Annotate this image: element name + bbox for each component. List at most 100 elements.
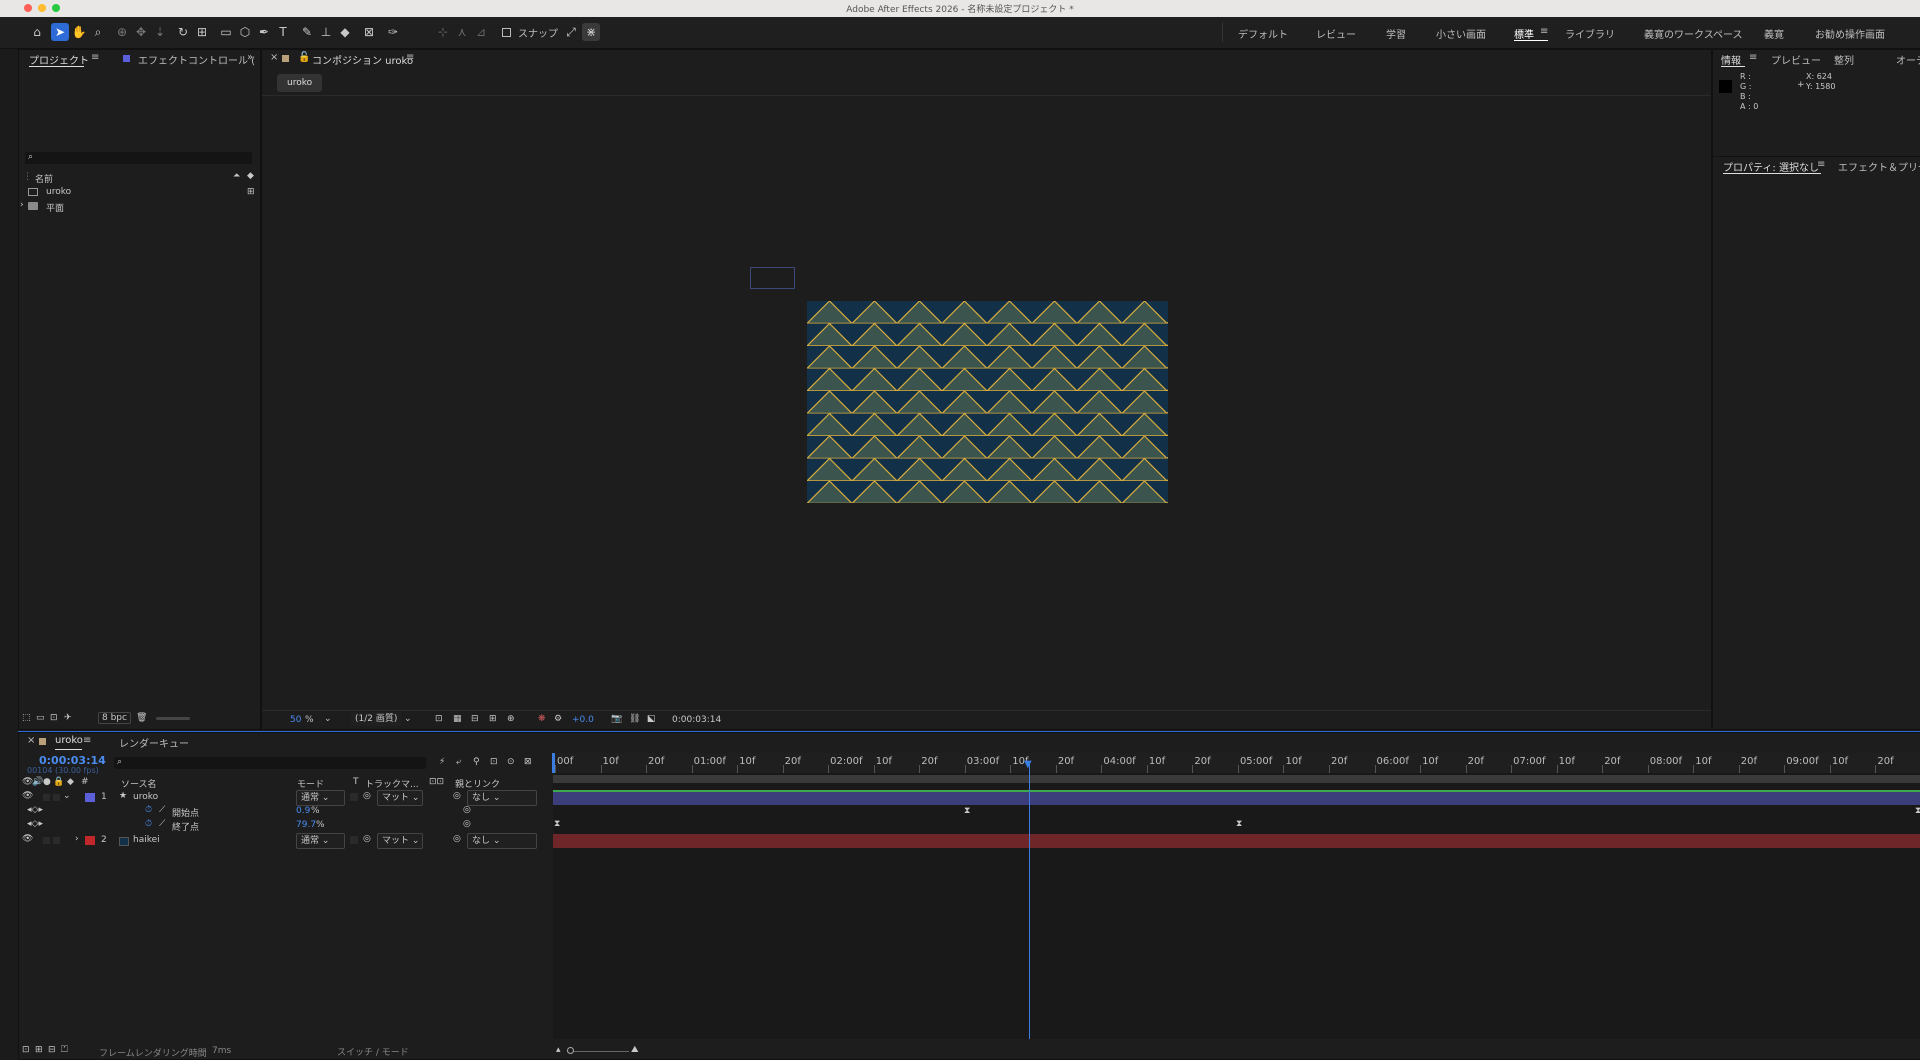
- parent-pickwhip-icon[interactable]: ◎: [453, 834, 461, 844]
- track-matte-pickwhip-icon[interactable]: ◎: [363, 834, 371, 844]
- playhead[interactable]: [1028, 763, 1030, 1039]
- track-area[interactable]: 00f 10f 20f 01:00f 10f 20f 02:00f 10f 20f 03:00f 1…: [552, 753, 1920, 1039]
- resolution-dropdown-icon[interactable]: ⌄: [404, 714, 412, 724]
- keyframe-marker[interactable]: ⧗: [554, 819, 560, 829]
- tab-effects-presets[interactable]: エフェクト＆プリセ: [1838, 159, 1920, 174]
- panel-overflow-icon[interactable]: »: [247, 52, 253, 63]
- list-item[interactable]: › 平面: [19, 200, 258, 214]
- snap-options-icon[interactable]: ⤢: [562, 23, 580, 41]
- layer-name[interactable]: uroko: [133, 792, 158, 802]
- zoom-value[interactable]: 50: [290, 715, 301, 725]
- axis-view-icon[interactable]: ⊿: [472, 23, 490, 41]
- resolution-dropdown[interactable]: (1/2 画質): [351, 712, 402, 726]
- motion-blur-icon[interactable]: ⊙: [507, 757, 515, 767]
- brush-tool-icon[interactable]: ✎: [298, 23, 316, 41]
- workspace-standard[interactable]: 標準: [1514, 26, 1534, 41]
- zoom-out-icon[interactable]: ▴: [556, 1045, 561, 1055]
- fast-preview-icon[interactable]: ⬕: [647, 714, 656, 724]
- tab-effect-controls[interactable]: エフェクトコントロール (: [138, 52, 255, 67]
- blend-mode-dropdown[interactable]: 通常 ⌄: [296, 833, 345, 849]
- comp-timecode[interactable]: 0:00:03:14: [672, 715, 721, 725]
- layer-label-color[interactable]: [85, 793, 95, 802]
- zoom-in-icon[interactable]: ⛰: [631, 1045, 639, 1055]
- lock-toggle[interactable]: [53, 837, 60, 844]
- track-matte-header[interactable]: トラックマ...: [365, 777, 419, 790]
- workspace-review[interactable]: レビュー: [1316, 26, 1356, 41]
- transparency-grid-icon[interactable]: ▦: [453, 714, 462, 724]
- draft-3d-icon[interactable]: ⚡: [439, 757, 445, 767]
- render-time-icon[interactable]: ⏍: [61, 1045, 68, 1055]
- keyframe-nav-icon[interactable]: ◂◇▸: [27, 819, 43, 829]
- lock-toggle[interactable]: [53, 794, 60, 801]
- playhead-handle[interactable]: ▼: [1024, 759, 1032, 770]
- parent-link-header[interactable]: 親とリンク: [455, 777, 500, 790]
- snap-checkbox[interactable]: [502, 28, 511, 37]
- rotate-tool-icon[interactable]: ↻: [174, 23, 192, 41]
- layer-bounding-box[interactable]: [750, 267, 795, 289]
- anchor-tool-icon[interactable]: ⊞: [193, 23, 211, 41]
- axis-world-icon[interactable]: ⋏: [453, 23, 471, 41]
- track-matte-dropdown[interactable]: マット ⌄: [377, 833, 423, 849]
- parent-pickwhip-icon[interactable]: ◎: [453, 791, 461, 801]
- region-of-interest-icon[interactable]: ⊡: [435, 714, 443, 724]
- guides-icon[interactable]: ⊞: [489, 714, 497, 724]
- trash-icon[interactable]: 🗑: [136, 713, 147, 723]
- in-out-toggle-icon[interactable]: ⊟: [48, 1045, 56, 1055]
- 3d-view-icon[interactable]: ⊕: [507, 714, 515, 724]
- time-ruler[interactable]: 00f 10f 20f 01:00f 10f 20f 02:00f 10f 20f 03:00f 1…: [553, 753, 1920, 773]
- track-matte-dropdown[interactable]: マット ⌄: [377, 790, 423, 806]
- exposure-reset-icon[interactable]: ⚙: [554, 714, 562, 724]
- twirl-open-icon[interactable]: ⌄: [63, 791, 71, 801]
- workspace-small-screen[interactable]: 小さい画面: [1436, 26, 1486, 41]
- workspace-default[interactable]: デフォルト: [1238, 26, 1288, 41]
- comp-panel-menu-icon[interactable]: ≡: [406, 52, 414, 63]
- tab-info[interactable]: 情報: [1721, 52, 1741, 67]
- source-name-header[interactable]: ソース名: [121, 777, 157, 790]
- keyframe-marker[interactable]: ⧗: [1236, 819, 1242, 829]
- roto-brush-icon[interactable]: ⊠: [360, 23, 378, 41]
- table-row[interactable]: 👁 ⌄ 1 ★ uroko 通常 ⌄ ◎ マット ⌄ ◎ なし ⌄: [19, 790, 551, 806]
- zoom-dropdown-icon[interactable]: ⌄: [324, 714, 332, 724]
- workspace-recommended[interactable]: お勧め操作画面: [1815, 26, 1885, 41]
- label-tag-icon[interactable]: ◆: [247, 171, 254, 181]
- comp-breadcrumb[interactable]: uroko: [277, 74, 323, 92]
- workspace-custom[interactable]: 義寛のワークスペース: [1644, 26, 1743, 41]
- properties-menu-icon[interactable]: ≡: [1817, 159, 1825, 170]
- interpret-footage-icon[interactable]: ⬚: [22, 713, 31, 723]
- workspace-learn[interactable]: 学習: [1386, 26, 1406, 41]
- close-timeline-tab-icon[interactable]: ×: [27, 735, 35, 746]
- compositional-flowchart-icon[interactable]: ⤶: [456, 757, 461, 767]
- tab-preview[interactable]: プレビュー: [1771, 52, 1821, 67]
- disclosure-arrow-icon[interactable]: ›: [20, 200, 24, 210]
- list-item[interactable]: uroko ⊞: [19, 186, 258, 199]
- list-item[interactable]: ◂◇▸ ⏱ ⟋ 開始点 0.9 % ◎: [19, 805, 551, 819]
- layer-name[interactable]: haikei: [133, 835, 160, 845]
- project-panel-menu-icon[interactable]: ≡: [91, 52, 99, 63]
- pan-camera-icon[interactable]: ✥: [132, 23, 150, 41]
- stopwatch-icon[interactable]: ⏱: [145, 805, 152, 815]
- flowchart-icon[interactable]: ⊞: [247, 187, 255, 197]
- keyframe-nav-icon[interactable]: ◂◇▸: [27, 805, 43, 815]
- thumbnail-slider[interactable]: [156, 717, 190, 720]
- exposure-value[interactable]: +0.0: [572, 715, 594, 725]
- tab-properties[interactable]: プロパティ: 選択なし: [1723, 159, 1819, 174]
- blend-mode-dropdown[interactable]: 通常 ⌄: [296, 790, 345, 806]
- stopwatch-icon[interactable]: ⏱: [145, 819, 152, 829]
- workspace-menu-icon[interactable]: ≡: [1540, 26, 1548, 37]
- zoom-slider-thumb[interactable]: [567, 1047, 574, 1054]
- clone-stamp-icon[interactable]: ⊥: [317, 23, 335, 41]
- rectangle-tool-icon[interactable]: ▭: [217, 23, 235, 41]
- composition-canvas[interactable]: [807, 301, 1168, 503]
- graph-icon[interactable]: ⟋: [159, 805, 165, 815]
- snapshot-icon[interactable]: 📷: [611, 714, 622, 724]
- layer-switches-icon[interactable]: ⊡: [22, 1045, 30, 1055]
- solo-toggle[interactable]: [43, 794, 50, 801]
- sort-up-icon[interactable]: ⏶: [233, 171, 240, 181]
- bit-depth-button[interactable]: 8 bpc: [98, 712, 131, 724]
- workspace-yoshihiro[interactable]: 義寛: [1764, 26, 1784, 41]
- frame-blending-icon[interactable]: ⊡: [490, 757, 498, 767]
- mode-header[interactable]: モード: [297, 777, 324, 790]
- orbit-camera-icon[interactable]: ⊕: [113, 23, 131, 41]
- property-pickwhip-icon[interactable]: ◎: [463, 819, 471, 829]
- eye-icon[interactable]: 👁: [22, 791, 33, 801]
